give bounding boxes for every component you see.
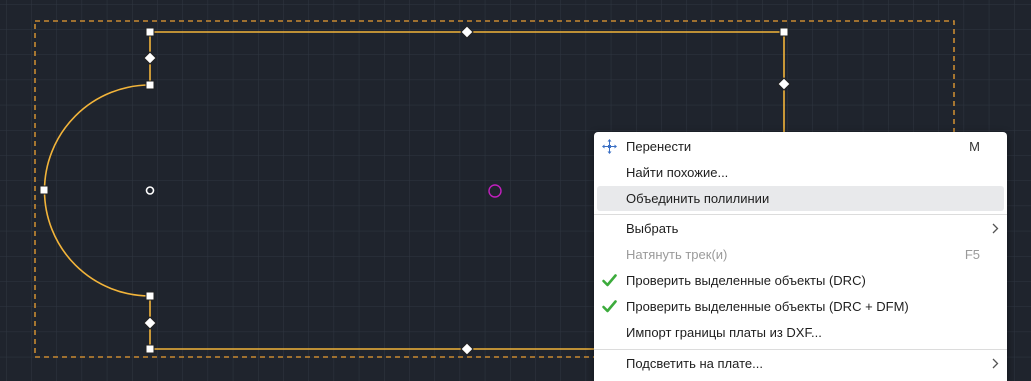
menu-item-find-similar[interactable]: Найти похожие... bbox=[597, 160, 1004, 185]
menu-item-label: Найти похожие... bbox=[626, 165, 729, 180]
arc-center-handle[interactable] bbox=[145, 186, 155, 195]
menu-item-label: Проверить выделенные объекты (DRC) bbox=[626, 273, 866, 288]
checkmark-icon bbox=[602, 300, 617, 313]
menu-item-label: Выбрать bbox=[626, 221, 679, 236]
menu-item-stretch-tracks[interactable]: Натянуть трек(и) F5 bbox=[597, 242, 1004, 267]
menu-item-label: Натянуть трек(и) bbox=[626, 247, 728, 262]
menu-item-label: Импорт границы платы из DXF... bbox=[626, 325, 822, 340]
menu-item-select[interactable]: Выбрать bbox=[597, 216, 1004, 241]
menu-item-label: Проверить выделенные объекты (DRC + DFM) bbox=[626, 299, 909, 314]
shortcut-label: F5 bbox=[964, 247, 980, 262]
shortcut-label: M bbox=[969, 139, 980, 154]
checkmark-icon bbox=[602, 274, 617, 287]
menu-item-import-dxf[interactable]: Импорт границы платы из DXF... bbox=[597, 320, 1004, 345]
menu-item-label: Объединить полилинии bbox=[626, 191, 770, 206]
menu-item-merge-polylines[interactable]: Объединить полилинии bbox=[597, 186, 1004, 211]
chevron-right-icon bbox=[992, 223, 999, 234]
menu-item-label: Перенести bbox=[626, 139, 692, 154]
menu-item-check-drc-dfm[interactable]: Проверить выделенные объекты (DRC + DFM) bbox=[597, 294, 1004, 319]
menu-item-label: Подсветить на плате... bbox=[626, 356, 763, 371]
menu-item-check-drc[interactable]: Проверить выделенные объекты (DRC) bbox=[597, 268, 1004, 293]
menu-item-move[interactable]: Перенести M bbox=[597, 134, 1004, 159]
menu-separator bbox=[594, 349, 1007, 350]
menu-separator bbox=[594, 214, 1007, 215]
move-icon bbox=[602, 139, 617, 154]
chevron-right-icon bbox=[992, 358, 999, 369]
menu-item-highlight-on-board[interactable]: Подсветить на плате... bbox=[597, 351, 1004, 376]
context-menu: Перенести M Найти похожие... Объединить … bbox=[594, 132, 1007, 381]
